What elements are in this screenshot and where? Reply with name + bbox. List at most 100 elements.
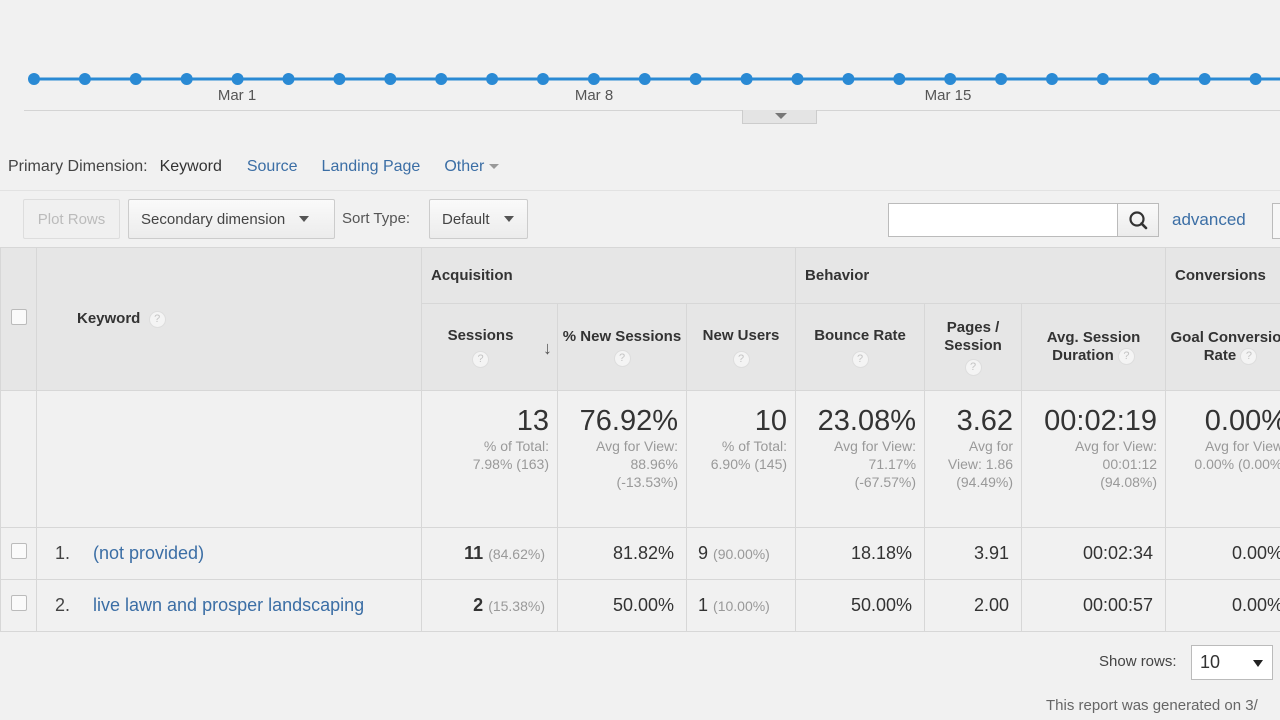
timeline-point[interactable]: [1046, 73, 1058, 85]
show-rows-label: Show rows:: [1099, 653, 1177, 670]
bounce-rate-header-label: Bounce Rate: [814, 326, 906, 344]
row-checkbox[interactable]: [10, 595, 27, 611]
keyword-cell: 1. (not provided): [36, 527, 422, 580]
avg-session-duration-column-header[interactable]: Avg. Session Duration ?: [1021, 303, 1167, 391]
table-search-input[interactable]: [888, 203, 1118, 237]
keyword-link[interactable]: (not provided): [93, 543, 204, 563]
secondary-dimension-dropdown[interactable]: Secondary dimension: [128, 199, 335, 239]
help-icon[interactable]: ?: [613, 349, 631, 367]
pct-new-sessions-cell: 50.00%: [557, 579, 687, 632]
goal-conversion-rate-header-label: Goal Conversion Rate: [1170, 329, 1280, 364]
help-icon[interactable]: ?: [732, 350, 750, 368]
totals-subtext: Avg for View: 1.86 (94.49%): [947, 438, 1014, 490]
totals-row: 13% of Total: 7.98% (163) 76.92% Avg for …: [0, 390, 1280, 528]
help-icon[interactable]: ?: [148, 310, 166, 328]
totals-subtext: Avg for View: 00:01:12 (94.08%): [1075, 438, 1158, 490]
primary-dimension-other[interactable]: Other: [444, 158, 500, 176]
help-icon[interactable]: ?: [964, 358, 982, 376]
help-icon[interactable]: ?: [851, 350, 869, 368]
timeline-point[interactable]: [689, 73, 702, 85]
show-rows-value: 10: [1200, 652, 1221, 672]
pages-session-cell: 3.91: [924, 527, 1023, 580]
primary-dimension-source[interactable]: Source: [247, 158, 298, 176]
search-button[interactable]: [1117, 203, 1159, 237]
view-toggle-button[interactable]: [1272, 203, 1280, 239]
sessions-percent: (84.62%): [488, 546, 545, 562]
totals-sessions-cell: 13% of Total: 7.98% (163): [421, 390, 558, 528]
keyword-link[interactable]: live lawn and prosper landscaping: [93, 595, 364, 615]
row-check-cell: [0, 527, 37, 580]
timeline-point[interactable]: [78, 73, 91, 85]
report-generated-note: This report was generated on 3/: [1046, 697, 1258, 714]
timeline-point[interactable]: [740, 73, 753, 85]
sort-type-dropdown[interactable]: Default: [429, 199, 528, 239]
totals-bounce-rate-cell: 23.08% Avg for View: 71.17% (-67.57%): [795, 390, 926, 528]
help-icon[interactable]: ?: [1117, 347, 1135, 365]
help-icon[interactable]: ?: [472, 350, 489, 368]
behavior-group-header: Behavior: [795, 247, 1167, 304]
timeline-point[interactable]: [842, 73, 855, 85]
help-icon[interactable]: ?: [1240, 347, 1258, 365]
new-users-column-header[interactable]: New Users?: [685, 303, 797, 391]
chevron-down-icon: [1253, 660, 1263, 667]
pct-new-sessions-column-header[interactable]: % New Sessions?: [557, 303, 687, 391]
totals-pct-new-sessions-cell: 76.92% Avg for View: 88.96% (-13.53%): [557, 390, 687, 528]
row-checkbox[interactable]: [10, 543, 27, 559]
timeline-point[interactable]: [893, 73, 906, 85]
timeline-point[interactable]: [587, 73, 600, 85]
show-rows-select[interactable]: 10: [1191, 645, 1273, 680]
plot-rows-button[interactable]: Plot Rows: [23, 199, 120, 239]
sessions-column-header[interactable]: Sessions? ↓: [421, 303, 558, 391]
goal-conversion-rate-cell: 0.00%: [1165, 579, 1280, 632]
timeline-point[interactable]: [1147, 73, 1160, 85]
table-row: 2. live lawn and prosper landscaping 2 (1…: [0, 579, 1280, 632]
pages-session-header-label: Pages / Session: [944, 318, 1002, 354]
timeline-baseline: [24, 110, 1280, 111]
new-users-header-label: New Users: [702, 326, 780, 344]
timeline-axis-label: Mar 8: [574, 87, 614, 104]
timeline-point[interactable]: [282, 73, 295, 85]
pages-session-column-header[interactable]: Pages / Session?: [924, 303, 1023, 391]
sessions-cell: 11 (84.62%): [421, 527, 558, 580]
sessions-percent: (15.38%): [488, 598, 545, 614]
sessions-value: 2: [473, 595, 484, 615]
advanced-filter-link[interactable]: advanced: [1172, 210, 1246, 230]
new-users-percent: (10.00%): [713, 598, 770, 614]
collapse-chart-button[interactable]: [742, 110, 817, 124]
timeline-point[interactable]: [791, 73, 804, 85]
bounce-rate-cell: 50.00%: [795, 579, 926, 632]
timeline-point[interactable]: [1198, 73, 1211, 85]
sessions-header-label: Sessions: [447, 326, 514, 344]
timeline-point[interactable]: [486, 73, 499, 85]
timeline-point[interactable]: [28, 73, 40, 85]
chevron-down-icon: [489, 164, 500, 170]
timeline-point[interactable]: [537, 73, 549, 85]
keyword-header-label: Keyword: [77, 310, 141, 328]
goal-conversion-rate-column-header[interactable]: Goal Conversion Rate ?: [1165, 303, 1280, 391]
timeline-point[interactable]: [1096, 73, 1109, 85]
timeline-point[interactable]: [435, 73, 448, 85]
sort-type-value: Default: [442, 210, 490, 228]
timeline-point[interactable]: [638, 73, 651, 85]
totals-keyword-cell: [36, 390, 422, 528]
pct-new-sessions-header-label: % New Sessions: [562, 327, 682, 345]
keyword-column-header[interactable]: Keyword ?: [36, 247, 422, 391]
timeline-point[interactable]: [944, 73, 957, 85]
pages-session-cell: 2.00: [924, 579, 1023, 632]
timeline-point[interactable]: [180, 73, 193, 85]
timeline-point[interactable]: [231, 73, 244, 85]
report-table: Keyword ? Acquisition Behavior Conversio…: [0, 247, 1280, 632]
timeline-point[interactable]: [1249, 73, 1262, 85]
bounce-rate-column-header[interactable]: Bounce Rate?: [795, 303, 926, 391]
timeline-line-chart: [28, 73, 1280, 85]
primary-dimension-landing-page[interactable]: Landing Page: [322, 158, 421, 176]
timeline-point[interactable]: [333, 73, 346, 85]
totals-value: 13: [516, 405, 549, 437]
select-all-checkbox[interactable]: [10, 309, 27, 325]
timeline-point[interactable]: [995, 73, 1008, 85]
plot-rows-label: Plot Rows: [37, 210, 106, 228]
timeline-point[interactable]: [129, 73, 142, 85]
totals-pages-session-cell: 3.62 Avg for View: 1.86 (94.49%): [924, 390, 1023, 528]
timeline-point[interactable]: [384, 73, 397, 85]
search-icon: [1129, 211, 1148, 230]
